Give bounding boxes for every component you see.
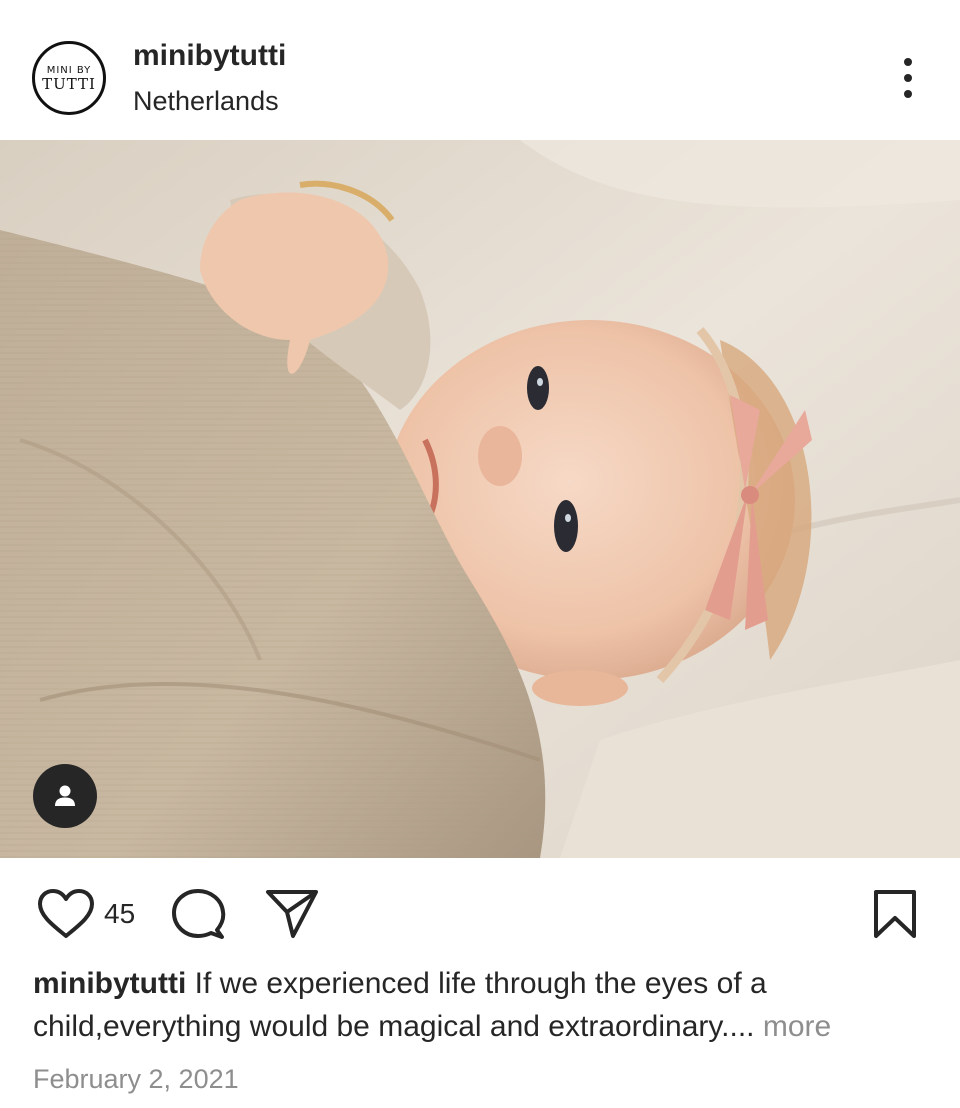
like-button[interactable] xyxy=(36,888,96,942)
avatar-logo-bottom: TUTTI xyxy=(42,74,96,93)
heart-icon xyxy=(38,889,94,938)
post-header: MINI BY TUTTI minibytutti Netherlands xyxy=(0,0,960,140)
caption-username[interactable]: minibytutti xyxy=(33,967,186,1000)
bookmark-icon xyxy=(874,890,916,938)
post-photo[interactable] xyxy=(0,140,960,858)
post-username[interactable]: minibytutti xyxy=(133,39,286,73)
more-options-icon xyxy=(904,58,912,66)
more-options-button[interactable] xyxy=(888,52,928,104)
tag-people-button[interactable] xyxy=(33,764,97,828)
save-button[interactable] xyxy=(868,888,922,942)
post-date: February 2, 2021 xyxy=(33,1064,239,1094)
share-button[interactable] xyxy=(264,888,320,940)
like-count[interactable]: 45 xyxy=(104,898,135,930)
post-caption: minibytutti If we experienced life throu… xyxy=(33,962,913,1048)
baby-photo-illustration xyxy=(0,140,960,858)
avatar-logo-top: MINI BY xyxy=(46,64,92,76)
post-location[interactable]: Netherlands xyxy=(133,86,279,117)
caption-more-link[interactable]: more xyxy=(763,1010,831,1043)
more-options-icon-dot xyxy=(904,74,912,82)
paper-plane-icon xyxy=(266,890,318,938)
comment-button[interactable] xyxy=(170,887,226,943)
avatar[interactable]: MINI BY TUTTI xyxy=(32,41,106,115)
person-tag-icon xyxy=(55,785,75,806)
post-actions: 45 xyxy=(0,858,960,968)
more-options-icon-dot xyxy=(904,90,912,98)
comment-bubble-icon xyxy=(172,889,226,939)
